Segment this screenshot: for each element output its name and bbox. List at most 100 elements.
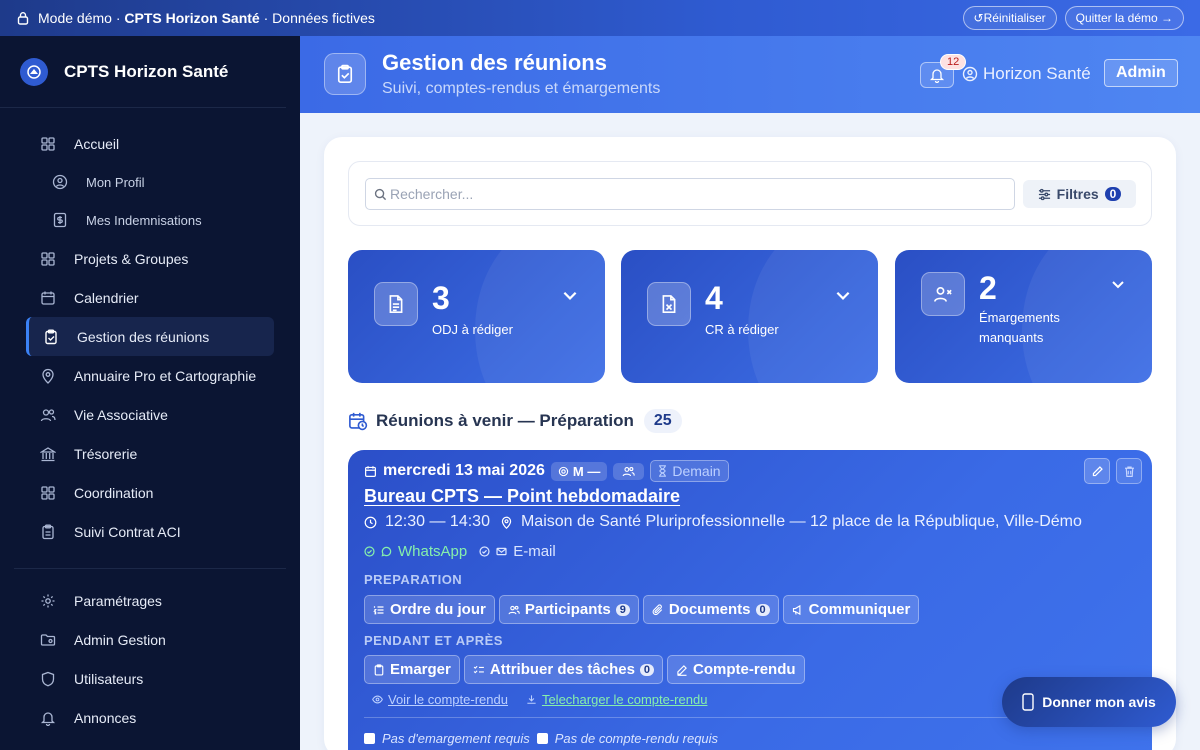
search-icon xyxy=(374,188,387,201)
section-title: Réunions à venir — Préparation 25 xyxy=(348,409,682,433)
mail-icon xyxy=(496,546,507,557)
checkbox-label: Pas de compte-rendu requis xyxy=(554,731,719,746)
sidebar-item-accueil[interactable]: Accueil xyxy=(0,124,300,163)
stat-card-odj[interactable]: 3 ODJ à rédiger xyxy=(348,250,605,383)
attribuer-taches-button[interactable]: Attribuer des tâches 0 xyxy=(463,655,664,684)
chevron-down-icon xyxy=(561,286,579,304)
sidebar-item-suivi-aci[interactable]: Suivi Contrat ACI xyxy=(0,512,300,551)
user-x-icon xyxy=(921,272,965,316)
filters-label: Filtres xyxy=(1056,186,1099,202)
search-bar: Rechercher... Filtres 0 xyxy=(348,161,1152,226)
download-icon xyxy=(527,695,536,704)
page-subtitle: Suivi, comptes-rendus et émargements xyxy=(382,80,661,97)
sidebar-item-label: Accueil xyxy=(74,135,120,152)
sidebar-item-label: Paramétrages xyxy=(74,592,162,609)
emarger-button[interactable]: Emarger xyxy=(364,655,460,684)
hourglass-icon xyxy=(659,465,667,477)
stat-label: CR à rédiger xyxy=(705,322,779,337)
edit-meeting-button[interactable] xyxy=(1084,458,1110,484)
bank-icon xyxy=(40,446,56,462)
filters-button[interactable]: Filtres 0 xyxy=(1023,180,1136,208)
meeting-date: mercredi 13 mai 2026 xyxy=(383,462,545,479)
no-emargement-checkbox[interactable] xyxy=(364,733,375,744)
list-checks-icon xyxy=(473,665,484,673)
calendar-icon xyxy=(40,290,56,306)
check-circle-icon xyxy=(479,546,490,557)
stat-value: 3 xyxy=(432,280,450,316)
mode-tag-text: M — xyxy=(572,463,601,479)
sidebar-item-tresorerie[interactable]: Trésorerie xyxy=(0,434,300,473)
sidebar-item-label: Projets & Groupes xyxy=(74,250,189,267)
pencil-icon xyxy=(1092,465,1103,476)
feedback-button[interactable]: Donner mon avis xyxy=(1002,677,1176,727)
sidebar-item-projets[interactable]: Projets & Groupes xyxy=(0,239,300,278)
chevron-down-icon xyxy=(1110,276,1126,292)
ordre-du-jour-button[interactable]: Ordre du jour xyxy=(364,595,495,624)
brand[interactable]: CPTS Horizon Santé xyxy=(0,36,286,108)
download-cr-link[interactable]: Telecharger le compte-rendu xyxy=(526,692,707,707)
document-x-icon xyxy=(647,282,691,326)
channel-email: E-mail xyxy=(513,543,556,560)
search-input[interactable]: Rechercher... xyxy=(365,178,1015,210)
grid-icon xyxy=(40,485,56,501)
org-name: Horizon Santé xyxy=(983,64,1091,83)
page-header: Gestion des réunions Suivi, comptes-rend… xyxy=(300,36,1200,113)
stat-card-emargements[interactable]: 2 Émargements manquants xyxy=(895,250,1152,383)
bell-icon xyxy=(40,710,56,726)
sidebar-item-gestion-reunions[interactable]: Gestion des réunions xyxy=(26,317,274,356)
sidebar-item-label: Mes Indemnisations xyxy=(86,212,202,228)
clipboard-icon xyxy=(40,524,56,540)
meeting-location: Maison de Santé Pluriprofessionnelle — 1… xyxy=(520,513,1082,530)
sidebar-item-annuaire[interactable]: Annuaire Pro et Cartographie xyxy=(0,356,300,395)
clipboard-check-icon xyxy=(324,53,366,95)
delete-meeting-button[interactable] xyxy=(1116,458,1142,484)
sidebar-item-admin-gestion[interactable]: Admin Gestion xyxy=(0,620,300,659)
sidebar-item-mon-profil[interactable]: Mon Profil xyxy=(0,163,300,201)
when-tag: Demain xyxy=(650,460,729,482)
link-text: Telecharger le compte-rendu xyxy=(541,692,708,707)
meeting-title[interactable]: Bureau CPTS — Point hebdomadaire xyxy=(364,486,680,507)
sidebar-item-label: Mon Profil xyxy=(86,174,145,190)
section-title-text: Réunions à venir — Préparation xyxy=(376,411,634,430)
documents-button[interactable]: Documents 0 xyxy=(642,595,779,624)
stat-value: 2 xyxy=(979,270,997,306)
quit-demo-button[interactable]: Quitter la démo → xyxy=(1064,6,1184,30)
participants-button[interactable]: Participants 9 xyxy=(498,595,639,624)
user-circle-icon xyxy=(962,66,978,82)
sidebar-item-label: Calendrier xyxy=(74,289,139,306)
sidebar-item-parametrages[interactable]: Paramétrages xyxy=(0,581,300,620)
sidebar-item-annonces[interactable]: Annonces xyxy=(0,698,300,737)
button-label: Ordre du jour xyxy=(390,601,486,618)
stat-label: Émargements manquants xyxy=(979,310,1060,345)
communiquer-button[interactable]: Communiquer xyxy=(782,595,920,624)
brand-logo-icon xyxy=(20,57,48,86)
reset-demo-button[interactable]: ↺Réinitialiser xyxy=(962,6,1057,30)
admin-role-button[interactable]: Admin xyxy=(1104,59,1178,87)
sidebar-item-utilisateurs[interactable]: Utilisateurs xyxy=(0,659,300,698)
org-indicator[interactable]: Horizon Santé xyxy=(962,64,1091,84)
view-cr-link[interactable]: Voir le compte-rendu xyxy=(372,692,508,707)
brand-name: CPTS Horizon Santé xyxy=(64,61,229,81)
stat-label: ODJ à rédiger xyxy=(432,322,513,337)
no-cr-checkbox[interactable] xyxy=(536,733,548,744)
stat-value: 4 xyxy=(705,280,723,316)
paperclip-icon xyxy=(652,603,662,615)
stat-card-cr[interactable]: 4 CR à rédiger xyxy=(621,250,878,383)
sidebar-nav: Accueil Mon Profil Mes Indemnisations Pr… xyxy=(0,108,300,737)
sidebar-divider xyxy=(14,568,286,569)
sidebar-item-calendrier[interactable]: Calendrier xyxy=(0,278,300,317)
sidebar: CPTS Horizon Santé Accueil Mon Profil Me… xyxy=(0,36,300,750)
meeting-time: 12:30 — 14:30 xyxy=(385,513,490,530)
sidebar-item-label: Utilisateurs xyxy=(74,670,144,687)
compte-rendu-button[interactable]: Compte-rendu xyxy=(667,655,805,684)
dollar-icon xyxy=(52,212,68,228)
users-icon xyxy=(508,605,520,614)
button-label: Emarger xyxy=(390,661,451,678)
sidebar-item-vie-associative[interactable]: Vie Associative xyxy=(0,395,300,434)
preparation-label: PREPARATION xyxy=(364,572,463,587)
search-placeholder: Rechercher... xyxy=(390,186,474,202)
sidebar-item-coordination[interactable]: Coordination xyxy=(0,473,300,512)
sidebar-item-indemnisations[interactable]: Mes Indemnisations xyxy=(0,201,300,239)
button-label: Compte-rendu xyxy=(693,661,796,678)
chat-icon xyxy=(381,546,392,557)
